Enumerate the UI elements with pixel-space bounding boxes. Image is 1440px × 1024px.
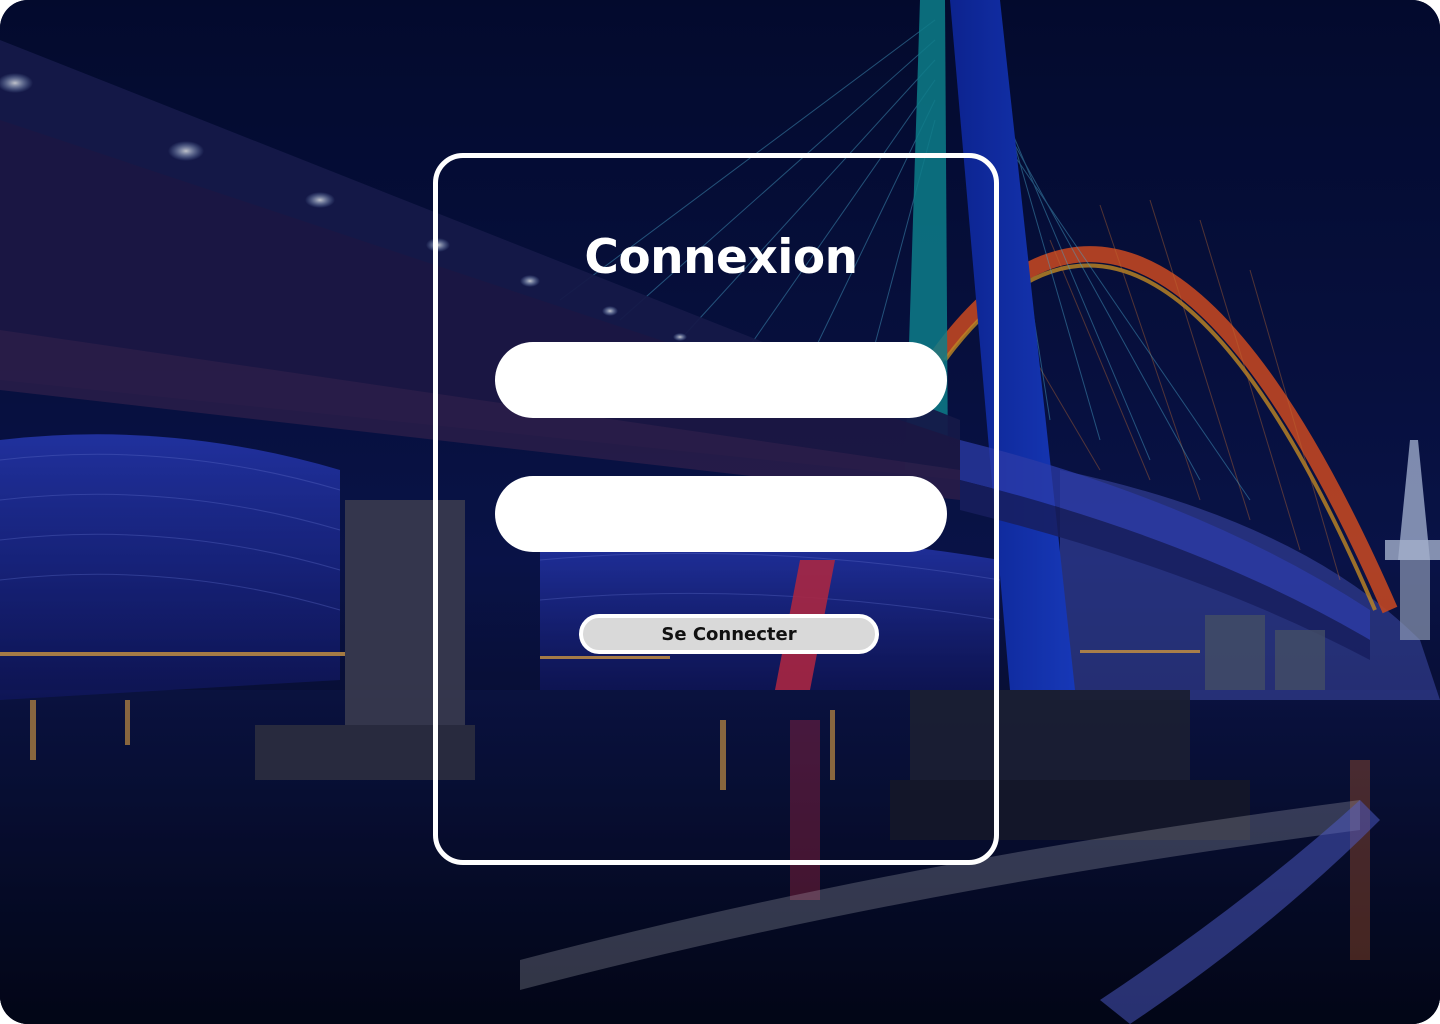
login-panel: Connexion Se Connecter xyxy=(433,153,999,865)
login-screen: Connexion Se Connecter xyxy=(0,0,1440,1024)
password-input[interactable] xyxy=(495,476,947,552)
username-input[interactable] xyxy=(495,342,947,418)
login-title: Connexion xyxy=(584,230,858,285)
login-button[interactable]: Se Connecter xyxy=(579,614,879,654)
